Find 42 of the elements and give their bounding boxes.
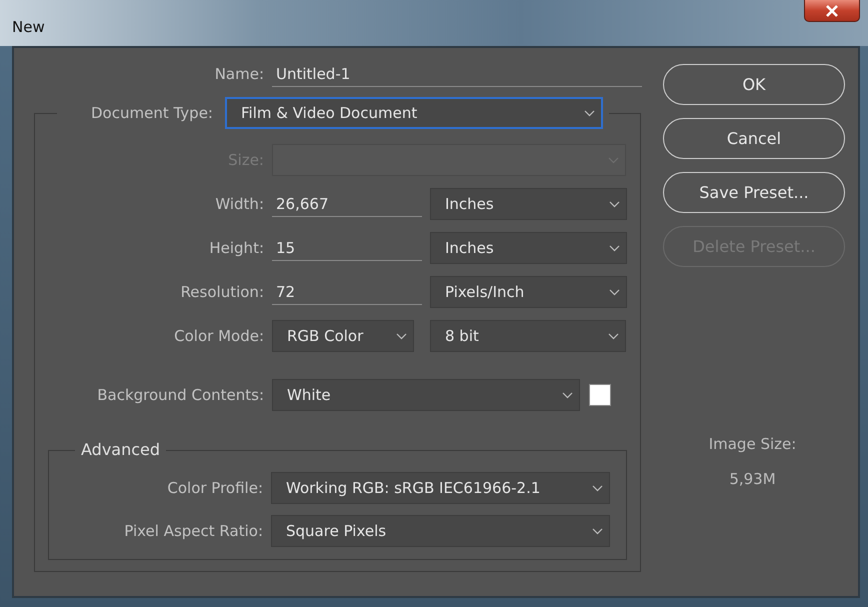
caret-icon [396,332,407,340]
field-label: Height: [208,238,264,259]
dialog-button[interactable]: OK [663,64,845,105]
field-label: Resolution: [180,282,264,303]
image-size-label: Image Size: [708,434,798,455]
dropdown[interactable]: Inches [430,188,627,220]
color-swatch[interactable] [589,384,611,406]
caret-icon [609,200,620,208]
input-field[interactable]: 72 [272,279,422,305]
window-title: New [12,17,45,38]
dropdown[interactable]: Film & Video Document [225,97,603,129]
dropdown[interactable]: Pixels/Inch [430,276,627,308]
close-button[interactable] [804,0,860,22]
field-label: Pixel Aspect Ratio: [123,520,263,542]
caret-icon [608,332,619,340]
caret-icon [584,110,595,116]
caret-icon [608,156,619,164]
caret-icon [592,528,603,534]
dropdown[interactable]: Square Pixels [271,515,610,547]
field-label: Color Profile: [166,478,263,499]
field-label: Document Type: [90,106,213,120]
caret-icon [592,484,603,492]
dialog-button[interactable]: Save Preset... [663,172,845,213]
field-label: Color Mode: [173,326,264,347]
field-label: Width: [214,194,264,215]
caret-icon [609,288,620,296]
input-field[interactable]: 26,667 [272,191,422,217]
dialog-button[interactable]: Cancel [663,118,845,159]
dropdown[interactable]: Inches [430,232,627,264]
input-field[interactable]: 15 [272,235,422,261]
input-field[interactable]: Untitled-1 [272,61,642,87]
caret-icon [609,244,620,252]
dropdown[interactable]: White [272,379,580,411]
field-label: Name: [214,64,264,85]
close-icon [825,4,839,16]
caret-icon [562,392,573,398]
dropdown[interactable]: RGB Color [272,320,414,352]
section-title: Advanced [80,440,162,460]
image-size-value: 5,93M [728,468,777,490]
dropdown[interactable]: 8 bit [430,320,626,352]
dropdown[interactable]: Working RGB: sRGB IEC61966-2.1 [271,472,610,504]
field-label: Background Contents: [96,384,264,406]
